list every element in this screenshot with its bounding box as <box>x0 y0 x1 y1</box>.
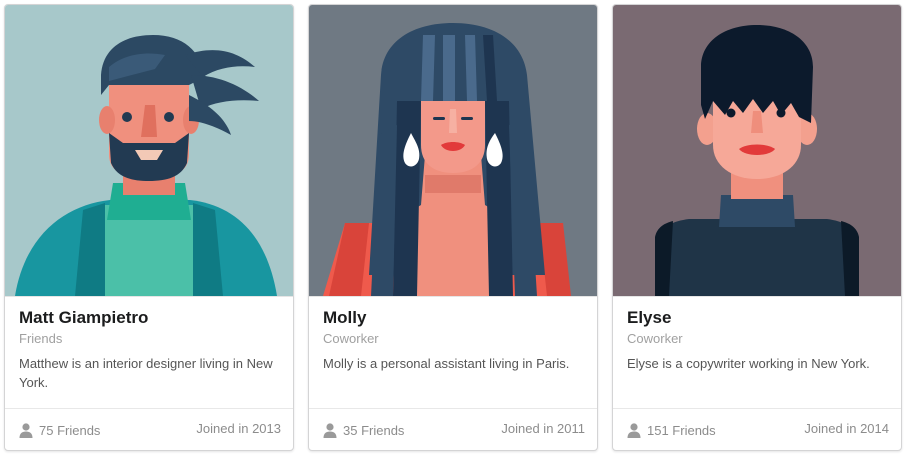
card-content: Matt Giampietro Friends Matthew is an in… <box>5 296 293 408</box>
joined-date: Joined in 2014 <box>804 421 889 436</box>
avatar-illustration-matt <box>5 5 293 296</box>
friends-link[interactable]: 151 Friends <box>627 422 716 440</box>
profile-card-matt[interactable]: Matt Giampietro Friends Matthew is an in… <box>4 4 294 451</box>
avatar-image-matt[interactable] <box>5 5 293 296</box>
card-header-name[interactable]: Matt Giampietro <box>19 308 281 329</box>
friends-link[interactable]: 75 Friends <box>19 422 100 440</box>
friends-link[interactable]: 35 Friends <box>323 422 404 440</box>
card-description: Molly is a personal assistant living in … <box>323 356 570 371</box>
card-meta-relation: Coworker <box>627 331 683 346</box>
user-icon <box>323 423 337 438</box>
friends-count: 35 Friends <box>343 423 405 438</box>
profile-card-molly[interactable]: Molly Coworker Molly is a personal assis… <box>308 4 598 451</box>
card-content: Molly Coworker Molly is a personal assis… <box>309 296 597 408</box>
joined-date: Joined in 2011 <box>501 421 585 436</box>
card-extra: 75 Friends Joined in 2013 <box>5 408 293 450</box>
card-extra: 151 Friends Joined in 2014 <box>613 408 901 450</box>
card-meta-relation: Friends <box>19 331 63 346</box>
card-extra: 35 Friends Joined in 2011 <box>309 408 597 450</box>
avatar-image-elyse[interactable] <box>613 5 901 296</box>
avatar-image-molly[interactable] <box>309 5 597 296</box>
card-meta-relation: Coworker <box>323 331 379 346</box>
avatar-illustration-molly <box>309 5 597 296</box>
friends-count: 75 Friends <box>39 423 101 438</box>
profile-card-elyse[interactable]: Elyse Coworker Elyse is a copywriter wor… <box>612 4 902 451</box>
card-header-name[interactable]: Molly <box>323 308 585 329</box>
card-header-name[interactable]: Elyse <box>627 308 889 329</box>
card-content: Elyse Coworker Elyse is a copywriter wor… <box>613 296 901 408</box>
user-icon <box>627 423 641 438</box>
card-description: Elyse is a copywriter working in New Yor… <box>627 356 870 371</box>
joined-date: Joined in 2013 <box>196 421 281 436</box>
avatar-illustration-elyse <box>613 5 901 296</box>
friends-count: 151 Friends <box>647 423 716 438</box>
card-grid: Matt Giampietro Friends Matthew is an in… <box>0 0 910 459</box>
user-icon <box>19 423 33 438</box>
card-description: Matthew is an interior designer living i… <box>19 356 273 390</box>
